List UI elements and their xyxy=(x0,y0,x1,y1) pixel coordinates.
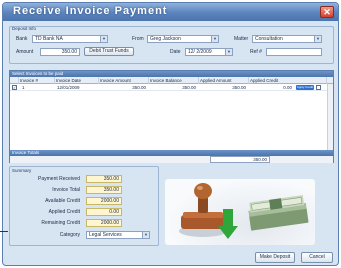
summary-group: Summary Payment Received 350.00 Invoice … xyxy=(9,166,159,246)
grid-scrollbar[interactable] xyxy=(327,84,333,150)
chevron-down-icon[interactable]: ▼ xyxy=(100,36,107,42)
make-deposit-button[interactable]: Make Deposit xyxy=(255,252,295,263)
window-title: Receive Invoice Payment xyxy=(13,5,168,17)
invoice-grid: Select Invoices to be paid Invoice # Inv… xyxy=(9,70,334,163)
from-select[interactable]: Greg Jackson ▼ xyxy=(147,35,219,43)
bank-value: TD Bank NA xyxy=(35,36,63,42)
chevron-down-icon[interactable]: ▼ xyxy=(314,36,321,42)
from-label: From xyxy=(132,36,144,42)
invoice-balance-cell: 350.00 xyxy=(182,85,196,90)
column-header[interactable]: Invoice Balance xyxy=(149,77,199,84)
invoice-total-value: 350.00 xyxy=(86,186,122,194)
applied-amount-cell[interactable]: 350.00 xyxy=(199,84,247,91)
amount-input[interactable]: 350.00 xyxy=(40,48,80,56)
calendar-dropdown-icon[interactable]: ▼ xyxy=(225,49,232,55)
applied-credit-label: Applied Credit xyxy=(48,209,80,215)
bank-select[interactable]: TD Bank NA ▼ xyxy=(32,35,108,43)
applied-credit-cell[interactable]: 0.00 xyxy=(249,84,293,91)
column-header[interactable]: Invoice # xyxy=(19,77,55,84)
invoice-amount-cell: 350.00 xyxy=(132,85,146,90)
invoice-total-label: Invoice Total xyxy=(52,187,80,193)
category-label: Category xyxy=(59,232,80,238)
available-credit-value: 2000.00 xyxy=(86,197,122,205)
apply-credit-button[interactable]: Apply Credit xyxy=(296,85,314,90)
deposit-illustration xyxy=(165,179,315,245)
date-label: Date xyxy=(170,49,181,55)
matter-select[interactable]: Consultation ▼ xyxy=(252,35,322,43)
invoice-date-cell: 12/01/2009 xyxy=(57,85,80,90)
payment-received-value: 350.00 xyxy=(86,175,122,183)
remaining-credit-value: 2000.00 xyxy=(86,219,122,227)
invoice-totals-value: 350.00 xyxy=(210,156,270,163)
grid-header: Invoice # Invoice Date Invoice Amount In… xyxy=(10,77,333,84)
invoice-number-cell: 1 xyxy=(22,85,25,90)
column-header[interactable]: Applied Amount xyxy=(199,77,249,84)
invoice-totals-row: 350.00 xyxy=(10,156,333,163)
row-option-box[interactable] xyxy=(316,85,321,90)
remaining-credit-label: Remaining Credit xyxy=(41,220,80,226)
ref-label: Ref # xyxy=(250,49,262,55)
debit-trust-funds-button[interactable]: Debit Trust Funds xyxy=(84,47,134,56)
date-value: 12/ 2/2009 xyxy=(188,49,212,55)
chevron-down-icon[interactable]: ▼ xyxy=(211,36,218,42)
category-value: Legal Services xyxy=(89,232,122,238)
applied-credit-value: 0.00 xyxy=(86,208,122,216)
select-column-header xyxy=(10,77,19,84)
available-credit-label: Available Credit xyxy=(45,198,80,204)
chevron-down-icon[interactable]: ▼ xyxy=(142,232,149,238)
column-header[interactable]: Invoice Date xyxy=(55,77,99,84)
date-picker[interactable]: 12/ 2/2009 ▼ xyxy=(185,48,233,56)
amount-label: Amount xyxy=(16,49,34,55)
matter-label: Matter xyxy=(234,36,249,42)
receive-payment-window: Receive Invoice Payment ✕ Deposit Info B… xyxy=(2,2,339,266)
cancel-button[interactable]: Cancel xyxy=(301,252,333,263)
summary-label: Summary xyxy=(12,168,32,173)
bank-label: Bank xyxy=(16,36,28,42)
deposit-info-group: Deposit Info Bank TD Bank NA ▼ From Greg… xyxy=(9,26,334,64)
category-select[interactable]: Legal Services ▼ xyxy=(86,231,150,239)
matter-value: Consultation xyxy=(255,36,283,42)
from-value: Greg Jackson xyxy=(150,36,181,42)
money-stamp-icon xyxy=(179,183,309,239)
row-checkbox[interactable]: ✓ xyxy=(12,85,17,90)
column-header[interactable]: Invoice Amount xyxy=(99,77,149,84)
column-header[interactable]: Applied Credit xyxy=(249,77,327,84)
callout-line xyxy=(0,231,8,232)
title-bar: Receive Invoice Payment ✕ xyxy=(3,3,338,21)
close-icon[interactable]: ✕ xyxy=(320,6,334,18)
deposit-info-label: Deposit Info xyxy=(12,26,37,31)
table-row[interactable]: ✓ 1 12/01/2009 350.00 350.00 350.00 0.00… xyxy=(10,84,333,91)
payment-received-label: Payment Received xyxy=(38,176,80,182)
ref-input[interactable] xyxy=(266,48,322,56)
